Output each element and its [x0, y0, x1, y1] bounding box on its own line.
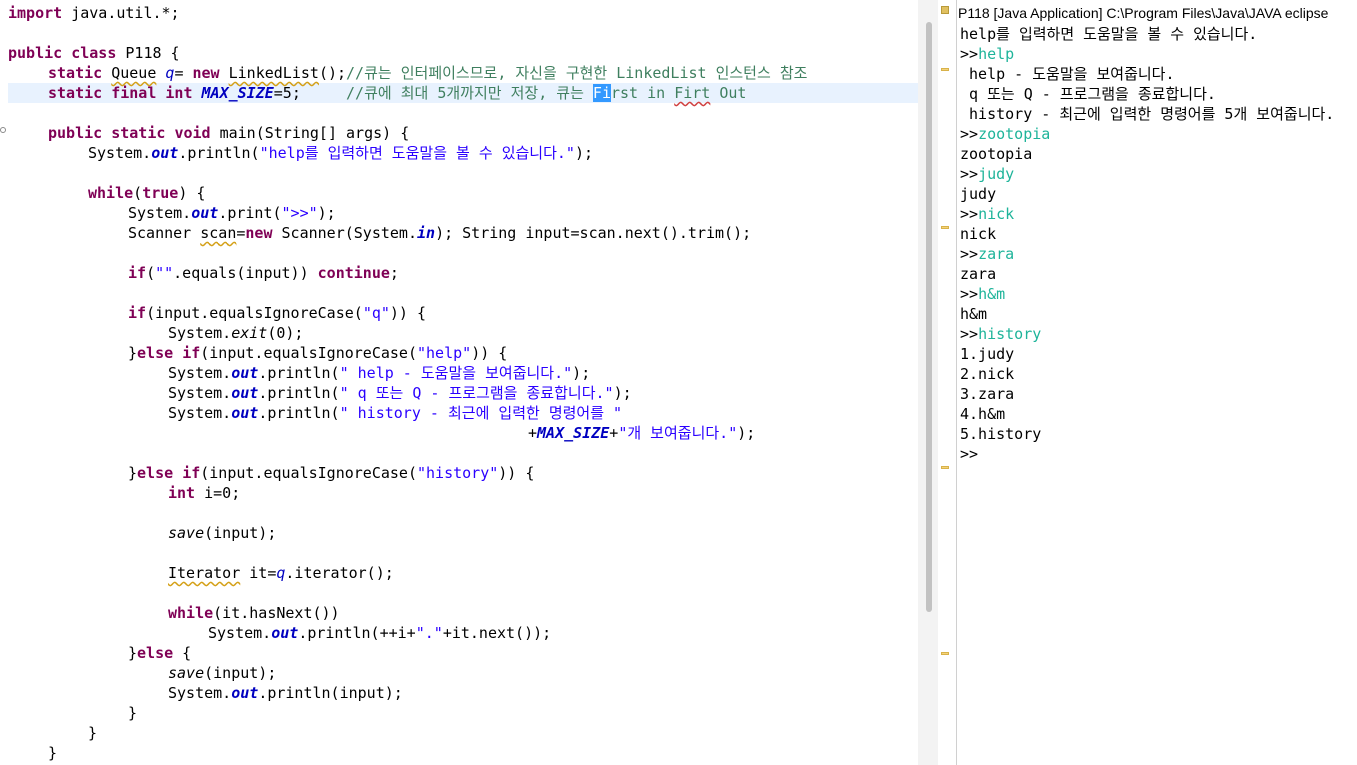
code-line[interactable]: Scanner scan=new Scanner(System.in); Str… — [128, 223, 751, 243]
console-prompt-line: >>zara — [960, 245, 1015, 263]
code-line[interactable]: while(true) { — [88, 183, 205, 203]
console-output-line: nick — [960, 225, 997, 243]
code-line[interactable]: Iterator it=q.iterator(); — [168, 563, 394, 583]
code-line[interactable]: save(input); — [168, 663, 276, 683]
console-prompt-line: >> — [960, 445, 979, 463]
console-prompt-line: >>nick — [960, 205, 1015, 223]
code-line[interactable]: +MAX_SIZE+"개 보여줍니다."); — [528, 423, 755, 443]
code-line[interactable]: System.out.println(input); — [168, 683, 403, 703]
code-line[interactable]: public class P118 { — [8, 43, 180, 63]
console-output-line: history - 최근에 입력한 명령어를 5개 보여줍니다. — [960, 105, 1335, 123]
code-line[interactable]: System.out.print(">>"); — [128, 203, 336, 223]
console-output-line: 1.judy — [960, 345, 1015, 363]
code-line[interactable]: System.out.println(++i+"."+it.next()); — [208, 623, 551, 643]
code-line[interactable]: save(input); — [168, 523, 276, 543]
code-line[interactable]: } — [48, 743, 57, 763]
code-line[interactable]: static Queue q= new LinkedList();//큐는 인터… — [48, 63, 807, 83]
ruler-status-icon — [941, 6, 949, 14]
console-output-line: zara — [960, 265, 997, 283]
code-line[interactable]: System.exit(0); — [168, 323, 303, 343]
code-line[interactable]: if("".equals(input)) continue; — [128, 263, 399, 283]
code-line[interactable]: }else if(input.equalsIgnoreCase("help"))… — [128, 343, 507, 363]
code-line[interactable]: import java.util.*; — [8, 3, 180, 23]
console-title: P118 [Java Application] C:\Program Files… — [958, 5, 1329, 21]
console-output-line: judy — [960, 185, 997, 203]
fold-collapse-icon[interactable] — [0, 127, 6, 133]
console-user-input: h&m — [978, 285, 1006, 303]
code-line[interactable]: if(input.equalsIgnoreCase("q")) { — [128, 303, 426, 323]
code-line[interactable]: System.out.println(" history - 최근에 입력한 명… — [168, 403, 622, 423]
console-prompt-line: >>h&m — [960, 285, 1006, 303]
overview-ruler[interactable] — [938, 0, 957, 765]
editor-scrollbar-thumb[interactable] — [926, 22, 932, 612]
code-line[interactable]: while(it.hasNext()) — [168, 603, 340, 623]
console-prompt-line: >>judy — [960, 165, 1015, 183]
code-line[interactable]: System.out.println(" q 또는 Q - 프로그램을 종료합니… — [168, 383, 632, 403]
code-line[interactable]: System.out.println("help를 입력하면 도움말을 볼 수 … — [88, 143, 593, 163]
console-output-line: h&m — [960, 305, 988, 323]
console-output-line: help - 도움말을 보여줍니다. — [960, 65, 1175, 83]
console-output-line: zootopia — [960, 145, 1033, 163]
console-output-line: 4.h&m — [960, 405, 1006, 423]
console-prompt-line: >>history — [960, 325, 1042, 343]
ruler-warning-mark[interactable] — [941, 652, 949, 655]
console-output-line: q 또는 Q - 프로그램을 종료합니다. — [960, 85, 1216, 103]
code-line[interactable]: }else { — [128, 643, 191, 663]
console-user-input: zara — [978, 245, 1015, 263]
ruler-warning-mark[interactable] — [941, 466, 949, 469]
console-view[interactable]: P118 [Java Application] C:\Program Files… — [957, 0, 1357, 765]
code-line[interactable]: } — [88, 723, 97, 743]
console-user-input: history — [978, 325, 1042, 343]
ruler-warning-mark[interactable] — [941, 226, 949, 229]
console-output-line: help를 입력하면 도움말을 볼 수 있습니다. — [960, 25, 1258, 43]
console-prompt-line: >>zootopia — [960, 125, 1051, 143]
console-user-input: zootopia — [978, 125, 1051, 143]
code-line[interactable]: } — [128, 703, 137, 723]
console-output-line: 3.zara — [960, 385, 1015, 403]
console-user-input: help — [978, 45, 1015, 63]
console-prompt-line: >>help — [960, 45, 1015, 63]
code-line[interactable]: }else if(input.equalsIgnoreCase("history… — [128, 463, 534, 483]
code-line[interactable]: public static void main(String[] args) { — [48, 123, 409, 143]
console-output-line: 5.history — [960, 425, 1042, 443]
ruler-warning-mark[interactable] — [941, 68, 949, 71]
code-line[interactable]: static final int MAX_SIZE=5; //큐에 최대 5개까… — [48, 83, 746, 103]
code-line[interactable]: System.out.println(" help - 도움말을 보여줍니다."… — [168, 363, 590, 383]
console-user-input: nick — [978, 205, 1015, 223]
console-user-input: judy — [978, 165, 1015, 183]
code-line[interactable]: int i=0; — [168, 483, 240, 503]
console-output-line: 2.nick — [960, 365, 1015, 383]
code-editor[interactable]: import java.util.*; public class P118 {st… — [0, 0, 918, 765]
